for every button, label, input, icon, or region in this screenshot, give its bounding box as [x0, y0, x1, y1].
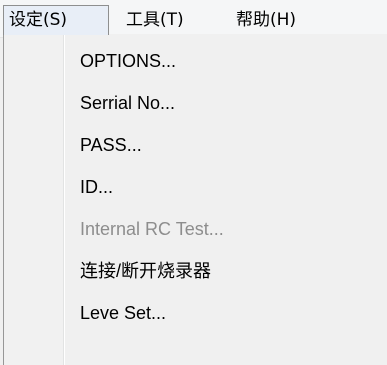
menu-item-internal-rc-test: Internal RC Test... — [4, 208, 387, 250]
menu-settings[interactable]: 设定(S) — [3, 5, 109, 35]
menu-item-connect-disconnect-programmer[interactable]: 连接/断开烧录器 — [4, 250, 387, 292]
menu-item-label: Internal RC Test... — [80, 219, 224, 239]
menu-item-label: ID... — [80, 177, 114, 197]
menu-help[interactable]: 帮助(H) — [236, 5, 296, 35]
menu-item-label: OPTIONS... — [80, 51, 177, 71]
menu-item-label: Serrial No... — [80, 93, 176, 113]
menu-item-options[interactable]: OPTIONS... — [4, 40, 387, 82]
menu-item-label: Leve Set... — [80, 303, 167, 323]
settings-dropdown-menu: OPTIONS... Serrial No... PASS... ID... I… — [3, 34, 387, 365]
menu-item-id[interactable]: ID... — [4, 166, 387, 208]
menu-item-pass[interactable]: PASS... — [4, 124, 387, 166]
menu-item-level-set[interactable]: Leve Set... — [4, 292, 387, 334]
menu-item-label: PASS... — [80, 135, 142, 155]
menu-tools[interactable]: 工具(T) — [126, 5, 184, 35]
menu-item-label: 连接/断开烧录器 — [80, 261, 212, 281]
menu-item-serial-no[interactable]: Serrial No... — [4, 82, 387, 124]
menu-bar: 设定(S) 工具(T) 帮助(H) — [0, 0, 387, 38]
